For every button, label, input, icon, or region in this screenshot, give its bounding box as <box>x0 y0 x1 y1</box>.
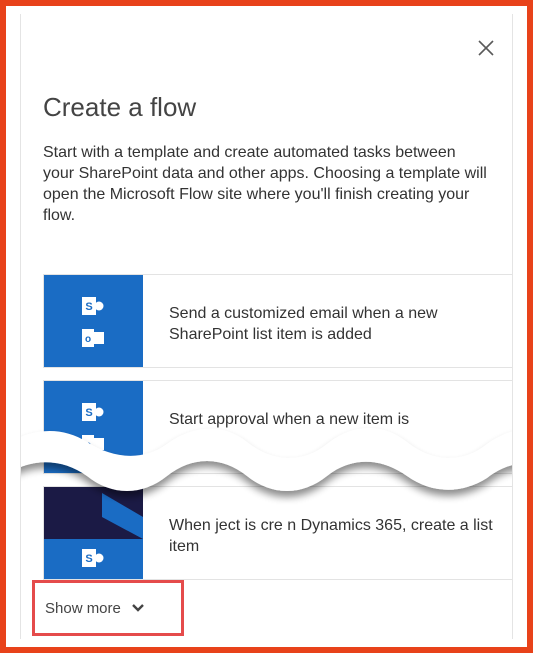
svg-text:S: S <box>85 553 92 565</box>
sharepoint-icon: S <box>82 297 104 315</box>
screenshot-frame: Create a flow Start with a template and … <box>0 0 533 653</box>
template-icon-strip: S o <box>44 275 143 367</box>
template-label: Send a customized email when a new Share… <box>169 305 438 343</box>
chevron-down-icon <box>132 604 144 612</box>
template-label: When ject is cre n Dynamics 365, create … <box>169 517 493 555</box>
template-card[interactable]: S o Send a customized email when a new S… <box>43 274 512 368</box>
panel-title: Create a flow <box>43 92 197 122</box>
close-icon[interactable] <box>476 38 496 58</box>
sharepoint-icon: S <box>82 549 104 567</box>
panel-description: Start with a template and create automat… <box>43 144 487 224</box>
svg-text:S: S <box>85 301 92 313</box>
outlook-icon: o <box>82 329 104 347</box>
show-more-label: Show more <box>45 599 121 617</box>
torn-paper-divider <box>21 428 512 491</box>
show-more-button[interactable]: Show more <box>32 580 184 636</box>
create-flow-panel: Create a flow Start with a template and … <box>20 14 513 639</box>
svg-text:o: o <box>85 334 91 345</box>
